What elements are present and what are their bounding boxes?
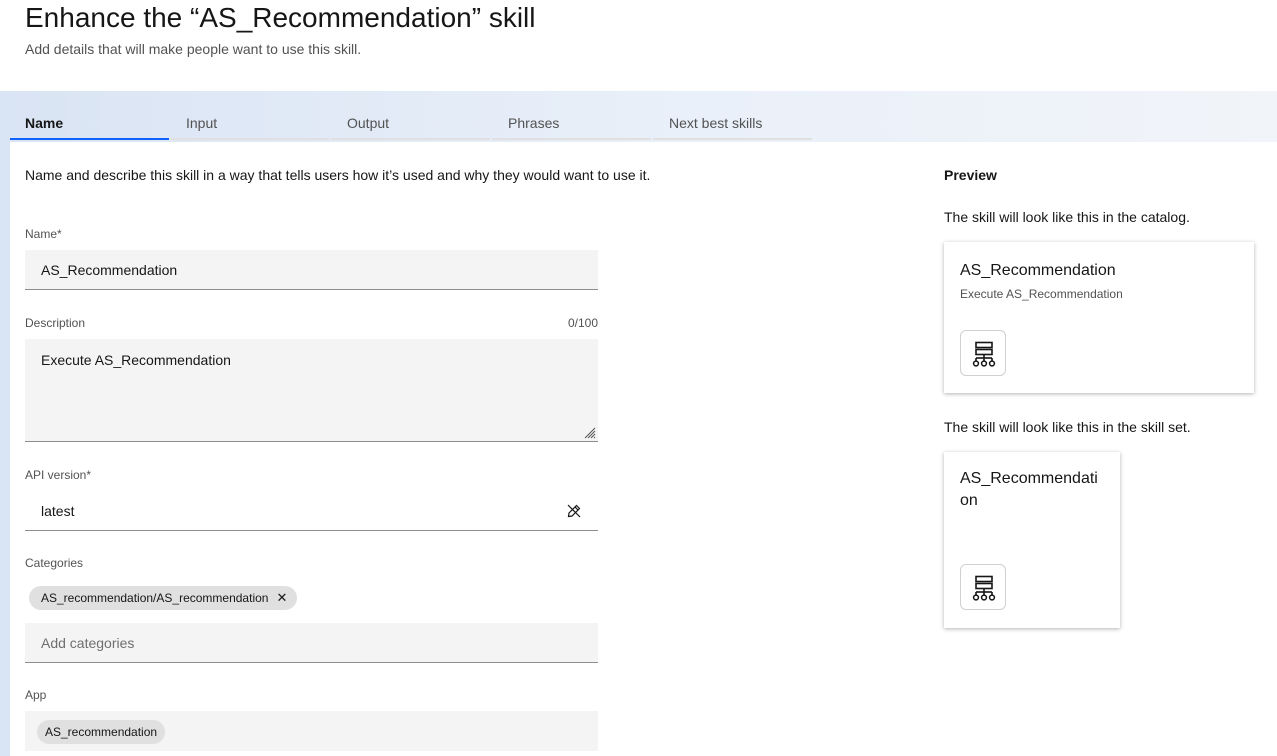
close-icon[interactable]: ✕ [276, 586, 287, 610]
categories-placeholder: Add categories [41, 635, 135, 651]
categories-label: Categories [25, 556, 84, 570]
description-textarea[interactable]: Execute AS_Recommendation [25, 339, 598, 442]
description-value: Execute AS_Recommendation [41, 352, 231, 368]
skill-flow-icon [960, 564, 1006, 610]
api-version-label: API version* [25, 468, 92, 482]
preview-title: Preview [944, 167, 997, 183]
api-version-value: latest [41, 503, 75, 519]
resize-handle-icon[interactable] [584, 427, 596, 439]
skill-flow-icon [960, 330, 1006, 376]
catalog-card-subtitle: Execute AS_Recommendation [960, 287, 1123, 301]
categories-input[interactable]: Add categories [25, 623, 598, 663]
edit-off-icon[interactable] [566, 503, 582, 519]
tab-next-best-skills[interactable]: Next best skills [653, 104, 812, 140]
catalog-preview-text: The skill will look like this in the cat… [944, 209, 1190, 225]
page-title: Enhance the “AS_Recommendation” skill [25, 2, 536, 33]
app-label: App [25, 688, 47, 702]
tab-phrases[interactable]: Phrases [492, 104, 651, 140]
catalog-card-title: AS_Recommendation [960, 262, 1116, 279]
catalog-preview-card: AS_Recommendation Execute AS_Recommendat… [944, 242, 1254, 393]
form-intro: Name and describe this skill in a way th… [25, 167, 651, 183]
tab-name[interactable]: Name [10, 104, 169, 140]
page-header: Enhance the “AS_Recommendation” skill Ad… [0, 0, 1277, 91]
tab-input[interactable]: Input [170, 104, 329, 140]
content-panel [10, 142, 1277, 756]
tab-output[interactable]: Output [331, 104, 490, 140]
category-tag: AS_recommendation/AS_recommendation ✕ [29, 586, 298, 610]
app-tag: AS_recommendation [37, 720, 166, 744]
skillset-preview-card: AS_Recommendati on [944, 452, 1120, 628]
page-subtitle: Add details that will make people want t… [25, 41, 362, 57]
skillset-preview-text: The skill will look like this in the ski… [944, 419, 1191, 435]
description-label: Description [25, 316, 86, 330]
category-tag-label: AS_recommendation/AS_recommendation [41, 591, 269, 605]
api-version-input[interactable]: latest [25, 491, 598, 531]
skillset-card-title: AS_Recommendati on [960, 470, 1098, 509]
description-counter: 0/100 [567, 316, 598, 330]
name-input[interactable]: AS_Recommendation [25, 250, 598, 290]
tab-bar: Name Input Output Phrases Next best skil… [10, 104, 813, 142]
name-label: Name* [25, 227, 62, 241]
